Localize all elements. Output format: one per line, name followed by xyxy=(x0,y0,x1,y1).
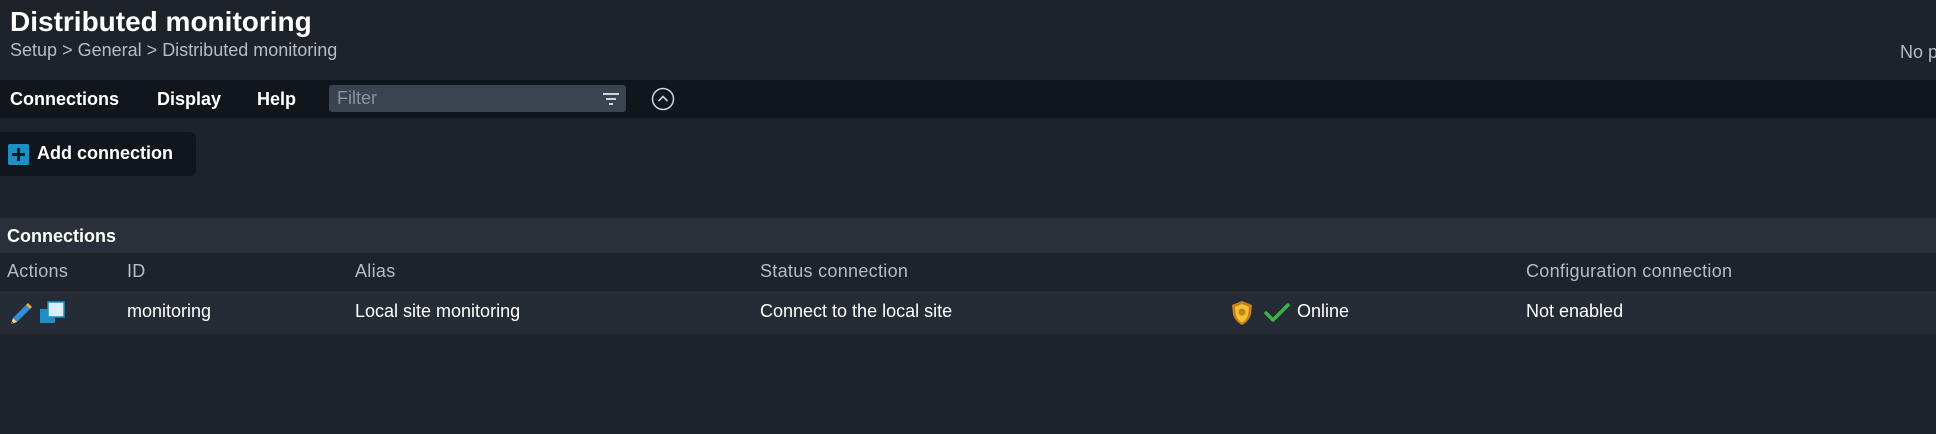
table-row: monitoring Local site monitoring Connect… xyxy=(0,291,1936,334)
add-connection-label: Add connection xyxy=(37,143,173,163)
plus-icon xyxy=(8,144,29,165)
menu-help[interactable]: Help xyxy=(257,89,296,110)
chevron-up-circle-icon[interactable] xyxy=(651,87,675,111)
add-connection-button[interactable]: Add connection xyxy=(0,132,196,176)
breadcrumb-separator: > xyxy=(62,40,73,60)
page-title: Distributed monitoring xyxy=(10,6,312,37)
edit-icon[interactable] xyxy=(8,300,34,326)
check-icon xyxy=(1264,303,1290,322)
filter-box xyxy=(329,85,626,112)
menu-bar: Connections Display Help xyxy=(0,80,1936,118)
menu-connections[interactable]: Connections xyxy=(10,89,119,110)
cell-configuration-connection: Not enabled xyxy=(1526,301,1624,321)
cell-alias: Local site monitoring xyxy=(355,301,521,321)
column-header-alias[interactable]: Alias xyxy=(355,261,396,282)
page: Distributed monitoring Setup > General >… xyxy=(0,0,1936,434)
breadcrumb-item-setup[interactable]: Setup xyxy=(10,40,57,60)
table-section-title: Connections xyxy=(7,226,117,246)
clone-icon[interactable] xyxy=(38,300,66,326)
filter-input[interactable] xyxy=(329,85,597,112)
menu-display[interactable]: Display xyxy=(157,89,221,110)
column-header-id[interactable]: ID xyxy=(127,261,146,282)
cell-status-connection: Connect to the local site xyxy=(760,301,953,321)
breadcrumb-item-current: Distributed monitoring xyxy=(162,40,338,60)
column-header-configuration-connection: Configuration connection xyxy=(1526,261,1733,281)
column-header-status-connection: Status connection xyxy=(760,261,909,281)
filter-icon[interactable] xyxy=(603,91,619,106)
cell-id: monitoring xyxy=(127,301,212,321)
breadcrumb-separator: > xyxy=(146,40,158,60)
cell-status: Online xyxy=(1297,301,1350,321)
breadcrumb: Setup > General > Distributed monitoring xyxy=(10,40,337,61)
column-header-actions: Actions xyxy=(7,261,69,281)
header-right-note: No p xyxy=(1900,42,1936,62)
breadcrumb-item-general[interactable]: General xyxy=(78,40,142,60)
table-section-header: Connections xyxy=(0,218,1936,253)
shield-icon xyxy=(1232,301,1252,325)
